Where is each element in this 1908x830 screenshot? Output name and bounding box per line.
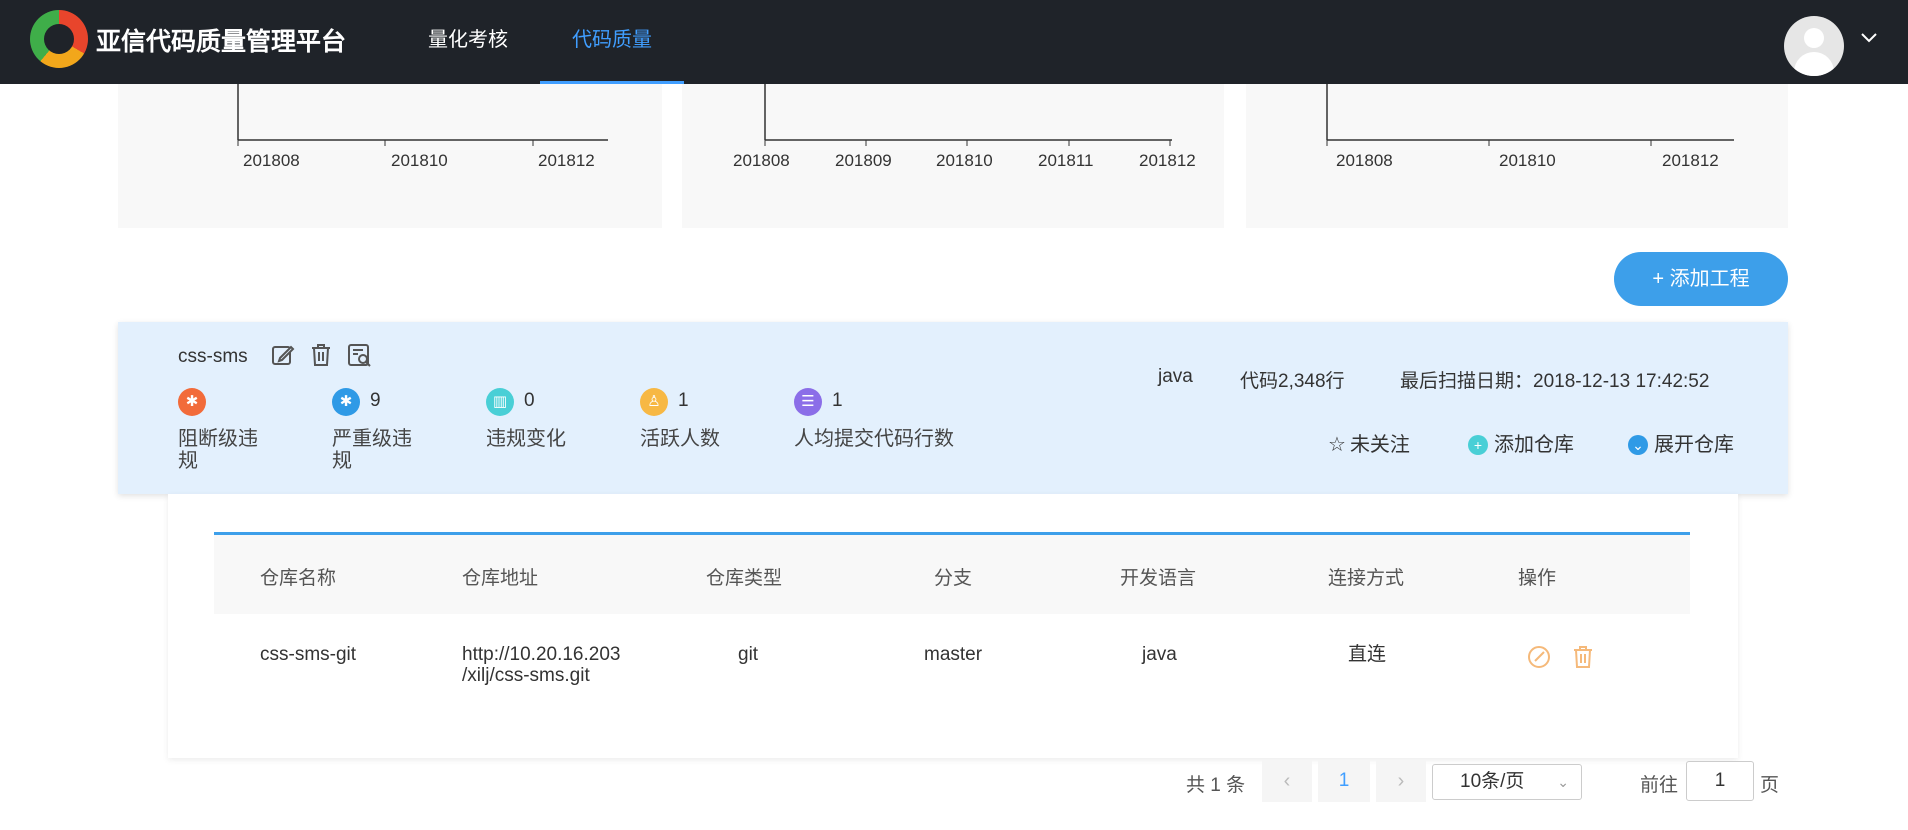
trash-icon[interactable] — [308, 342, 334, 368]
metric-value: 1 — [678, 390, 689, 411]
trend-chart-1: 201808 201810 201812 — [118, 84, 662, 228]
x-tick-label: 201808 — [1336, 151, 1393, 170]
repo-table: 仓库名称 仓库地址 仓库类型 分支 开发语言 连接方式 操作 css-sms-g… — [214, 532, 1690, 704]
x-tick-label: 201812 — [538, 151, 595, 170]
add-project-button[interactable]: + 添加工程 — [1614, 252, 1788, 306]
page-size-select[interactable]: 10条/页 ⌄ — [1432, 764, 1582, 800]
repo-language: java — [1142, 644, 1177, 665]
metric-value: 1 — [832, 390, 843, 411]
bug-icon: ✱ — [178, 388, 206, 416]
trend-chart-3: 201808 201810 201812 — [1246, 84, 1788, 228]
add-repo-label: 添加仓库 — [1494, 434, 1574, 456]
nav-code-quality[interactable]: 代码质量 — [540, 0, 684, 84]
user-avatar-icon[interactable] — [1784, 16, 1844, 76]
col-header: 仓库类型 — [706, 568, 783, 589]
x-tick-label: 201808 — [733, 151, 790, 170]
follow-button[interactable]: ☆ 未关注 — [1328, 428, 1410, 457]
repo-name: css-sms-git — [260, 644, 357, 665]
metric-value: 0 — [524, 390, 535, 411]
platform-logo — [30, 10, 88, 68]
col-header: 仓库名称 — [260, 568, 337, 589]
expand-repo-button[interactable]: ⌄ 展开仓库 — [1628, 428, 1734, 457]
x-tick-label: 201809 — [835, 151, 892, 170]
repo-panel: 仓库名称 仓库地址 仓库类型 分支 开发语言 连接方式 操作 css-sms-g… — [168, 494, 1738, 758]
col-header: 开发语言 — [1120, 568, 1197, 589]
trash-icon[interactable] — [1570, 644, 1596, 670]
x-tick-label: 201810 — [1499, 151, 1556, 170]
col-header: 仓库地址 — [462, 568, 539, 589]
top-navbar: 亚信代码质量管理平台 量化考核 代码质量 — [0, 0, 1908, 84]
chevron-left-icon: ‹ — [1283, 770, 1291, 792]
expand-repo-label: 展开仓库 — [1654, 434, 1734, 456]
trend-chart-2: 201808 201809 201810 201811 201812 — [682, 84, 1224, 228]
metric-label: 人均提交代码行数 — [794, 428, 954, 450]
col-header: 分支 — [934, 568, 973, 589]
plus-circle-icon: + — [1468, 435, 1488, 455]
page-size-value: 10条/页 — [1460, 771, 1525, 792]
project-name: css-sms — [178, 346, 248, 367]
next-page-button[interactable]: › — [1376, 760, 1426, 802]
chevron-down-circle-icon: ⌄ — [1628, 435, 1648, 455]
repo-address: http://10.20.16.203 /xilj/css-sms.git — [462, 644, 620, 686]
metric-label: 严重级违规 — [332, 428, 412, 472]
scan-report-icon[interactable] — [346, 342, 372, 368]
project-last-scan: 最后扫描日期：2018-12-13 17:42:52 — [1400, 371, 1710, 392]
prev-page-button[interactable]: ‹ — [1262, 760, 1312, 802]
repo-connection: 直连 — [1348, 644, 1387, 665]
chevron-down-icon: ⌄ — [1557, 774, 1569, 790]
project-language: java — [1158, 366, 1193, 387]
edit-icon[interactable] — [1526, 644, 1552, 670]
x-tick-label: 201808 — [243, 151, 300, 170]
col-header: 操作 — [1518, 568, 1557, 589]
platform-title: 亚信代码质量管理平台 — [96, 28, 347, 56]
add-repo-button[interactable]: + 添加仓库 — [1468, 428, 1574, 457]
metric-label: 违规变化 — [486, 428, 566, 450]
person-icon: ♙ — [640, 388, 668, 416]
x-tick-label: 201810 — [936, 151, 993, 170]
x-tick-label: 201812 — [1139, 151, 1196, 170]
goto-page-input[interactable]: 1 — [1686, 761, 1754, 801]
edit-icon[interactable] — [270, 342, 296, 368]
repo-address-line: http://10.20.16.203 — [462, 644, 621, 665]
repo-type: git — [738, 644, 759, 665]
x-tick-label: 201810 — [391, 151, 448, 170]
x-tick-label: 201811 — [1038, 151, 1093, 170]
project-code-lines: 代码2,348行 — [1240, 371, 1345, 392]
bug-icon: ✱ — [332, 388, 360, 416]
page-number-current[interactable]: 1 — [1318, 760, 1370, 802]
repo-branch: master — [924, 644, 983, 665]
page-suffix-label: 页 — [1760, 775, 1780, 796]
star-icon: ☆ — [1328, 434, 1346, 456]
table-header: 仓库名称 仓库地址 仓库类型 分支 开发语言 连接方式 操作 — [214, 532, 1690, 614]
repo-address-line: /xilj/css-sms.git — [462, 665, 590, 686]
chevron-right-icon: › — [1397, 770, 1405, 792]
project-card: css-sms ✱ 阻断级违规 ✱ 9 严重级违规 ▥ 0 违规变化 ♙ 1 活… — [118, 322, 1788, 494]
list-icon: ☰ — [794, 388, 822, 416]
metric-value: 9 — [370, 390, 381, 411]
bar-chart-icon: ▥ — [486, 388, 514, 416]
goto-label: 前往 — [1640, 775, 1679, 796]
pagination-total: 共 1 条 — [1186, 775, 1246, 796]
col-header: 连接方式 — [1328, 568, 1405, 589]
metric-label: 阻断级违规 — [178, 428, 258, 472]
metric-label: 活跃人数 — [640, 428, 720, 450]
follow-label: 未关注 — [1349, 434, 1410, 456]
nav-quantitative-assessment[interactable]: 量化考核 — [398, 0, 538, 84]
x-tick-label: 201812 — [1662, 151, 1719, 170]
chevron-down-icon[interactable] — [1860, 28, 1878, 49]
table-row: css-sms-git http://10.20.16.203 /xilj/cs… — [214, 614, 1690, 704]
